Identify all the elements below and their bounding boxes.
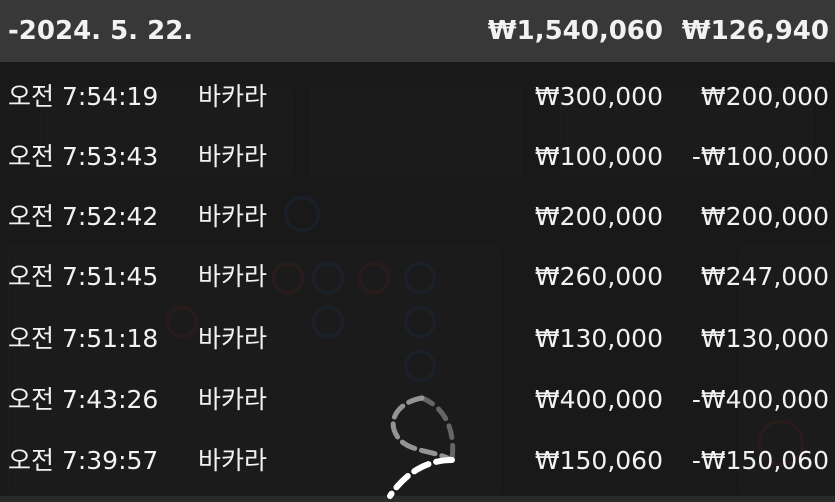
summary-total-win: ₩126,940: [681, 16, 829, 46]
history-row[interactable]: 오전 7:51:45 바카라 ₩260,000 ₩247,000: [0, 248, 835, 306]
history-row[interactable]: 오전 7:51:18 바카라 ₩130,000 ₩130,000: [0, 310, 835, 368]
row-bet: ₩260,000: [534, 262, 663, 291]
row-game: 바카라: [198, 82, 268, 111]
row-game: 바카라: [198, 446, 268, 475]
history-row[interactable]: 오전 7:54:19 바카라 ₩300,000 ₩200,000: [0, 68, 835, 126]
row-time: 오전 7:51:45: [8, 262, 159, 291]
row-time: 오전 7:39:57: [8, 446, 159, 475]
loading-spinner-icon: [387, 395, 456, 499]
row-time: 오전 7:43:26: [8, 385, 159, 414]
summary-total-bet: ₩1,540,060: [487, 16, 663, 46]
row-time: 오전 7:53:43: [8, 142, 159, 171]
row-bet: ₩400,000: [534, 385, 663, 414]
row-win: ₩200,000: [700, 82, 829, 111]
row-bet: ₩130,000: [534, 324, 663, 353]
row-bet: ₩100,000: [534, 142, 663, 171]
summary-date: -2024. 5. 22.: [8, 16, 194, 46]
row-time: 오전 7:51:18: [8, 324, 159, 353]
history-row[interactable]: 오전 7:53:43 바카라 ₩100,000 -₩100,000: [0, 128, 835, 186]
row-win: -₩150,060: [691, 446, 829, 475]
row-game: 바카라: [198, 385, 268, 414]
date-summary-row[interactable]: -2024. 5. 22. ₩1,540,060 ₩126,940: [0, 0, 835, 62]
row-win: ₩247,000: [700, 262, 829, 291]
row-win: -₩100,000: [691, 142, 829, 171]
row-time: 오전 7:54:19: [8, 82, 159, 111]
row-bet: ₩150,060: [534, 446, 663, 475]
row-bet: ₩200,000: [534, 202, 663, 231]
row-win: ₩130,000: [700, 324, 829, 353]
history-row[interactable]: 오전 7:52:42 바카라 ₩200,000 ₩200,000: [0, 188, 835, 246]
row-win: ₩200,000: [700, 202, 829, 231]
row-game: 바카라: [198, 324, 268, 353]
row-bet: ₩300,000: [534, 82, 663, 111]
row-game: 바카라: [198, 262, 268, 291]
row-time: 오전 7:52:42: [8, 202, 159, 231]
row-win: -₩400,000: [691, 385, 829, 414]
row-game: 바카라: [198, 202, 268, 231]
row-game: 바카라: [198, 142, 268, 171]
